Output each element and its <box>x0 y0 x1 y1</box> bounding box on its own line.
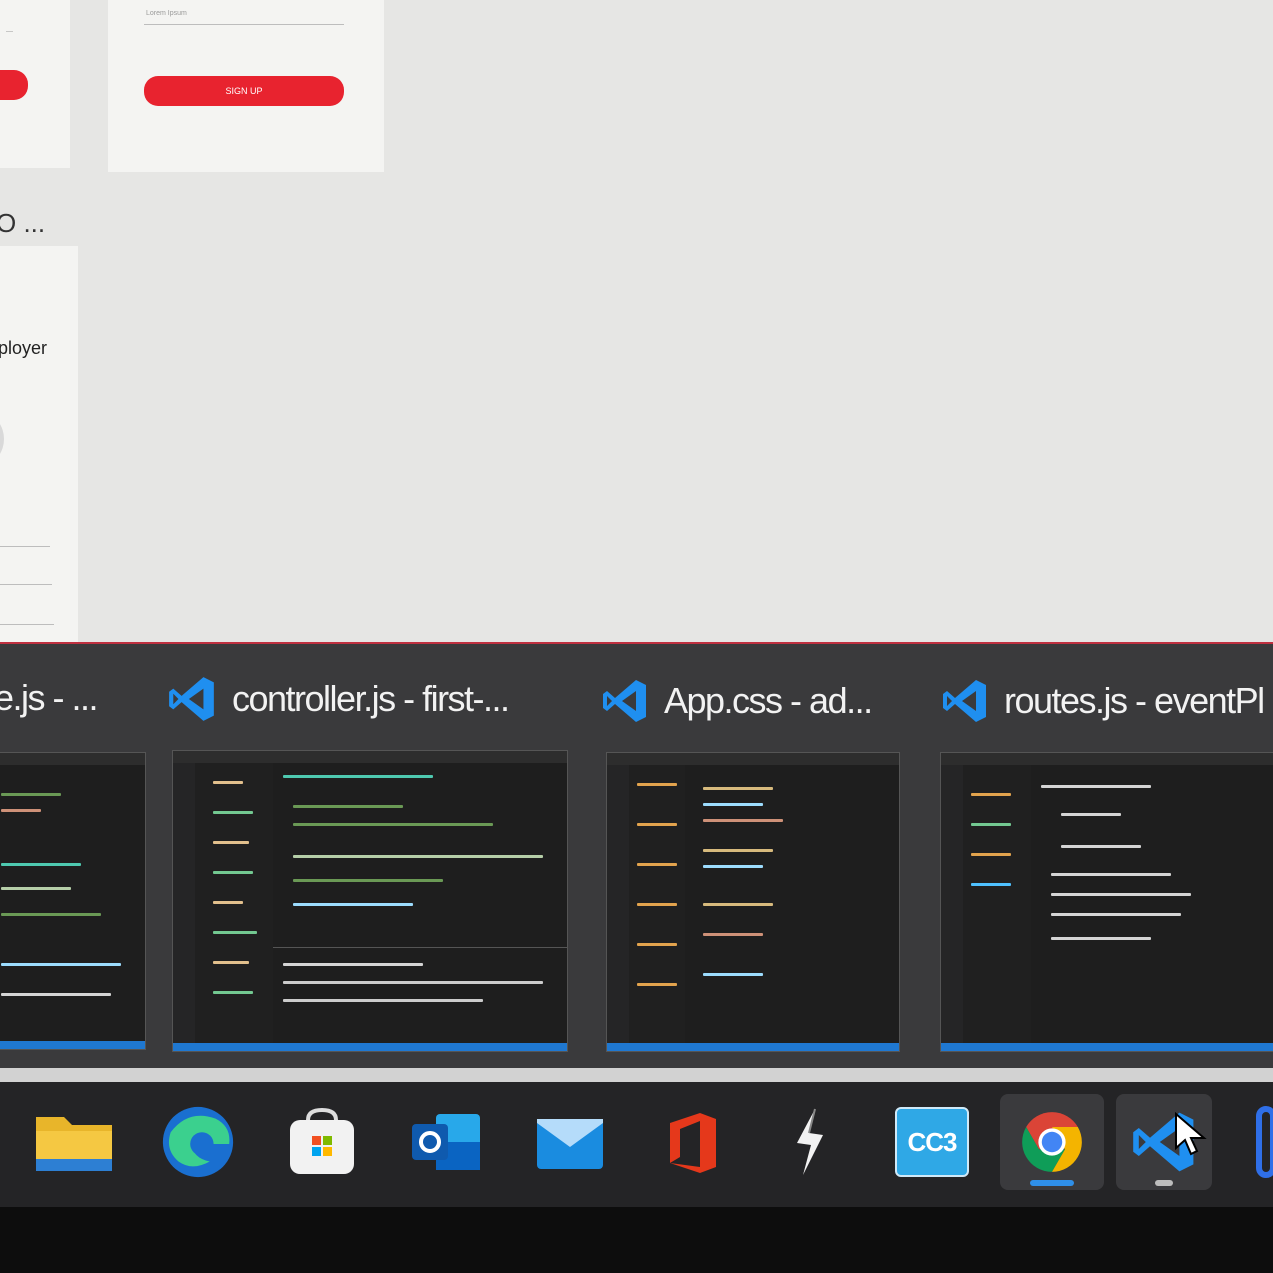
taskbar-app-chrome[interactable] <box>1000 1094 1104 1190</box>
login-card-partial: — <box>0 0 70 168</box>
cc3-icon: CC3 <box>895 1107 969 1177</box>
divider-1 <box>0 546 50 547</box>
taskbar: CC3 <box>0 1082 1273 1207</box>
screen-bezel <box>0 1207 1273 1273</box>
window-title-text: routes.js - eventPl <box>1004 680 1265 721</box>
taskbar-app-outlook[interactable] <box>400 1094 492 1190</box>
edge-icon <box>162 1106 234 1178</box>
window-title-text: App.css - ad... <box>664 680 873 721</box>
window-thumbnail[interactable] <box>606 752 900 1052</box>
window-preview-strip: e.js - ... controller.js - first-... App… <box>0 642 1273 1072</box>
preview-separator <box>0 1068 1273 1082</box>
window-preview-title[interactable]: routes.js - eventPl <box>940 674 1273 728</box>
signup-button[interactable]: SIGN UP <box>144 76 344 106</box>
running-indicator <box>1030 1180 1074 1186</box>
signup-field-placeholder: Lorem Ipsum <box>146 10 187 17</box>
window-title-text: e.js - ... <box>0 677 99 718</box>
avatar <box>0 416 4 462</box>
taskbar-app-edge[interactable] <box>152 1094 244 1190</box>
web-page-background: — Lorem Ipsum SIGN UP O ... ployer <box>0 0 1273 650</box>
running-indicator <box>1155 1180 1173 1186</box>
mail-icon <box>537 1119 603 1169</box>
signup-field-underline <box>144 24 344 25</box>
taskbar-app-mail[interactable] <box>524 1094 616 1190</box>
taskbar-app-partial[interactable] <box>1236 1094 1273 1190</box>
lightning-icon <box>797 1108 823 1175</box>
employer-card: ployer <box>0 246 78 646</box>
outlook-icon <box>412 1114 480 1170</box>
field-hint: — <box>6 28 13 35</box>
cursor-icon <box>1174 1111 1208 1161</box>
login-button-partial[interactable] <box>0 70 28 100</box>
taskbar-app-cc3[interactable]: CC3 <box>886 1094 978 1190</box>
divider-3 <box>0 624 54 625</box>
store-icon <box>290 1107 354 1174</box>
app-icon-partial <box>1256 1106 1273 1178</box>
vscode-icon <box>943 680 986 722</box>
window-thumbnail[interactable] <box>0 752 146 1050</box>
window-preview-title[interactable]: controller.js - first-... <box>166 672 556 726</box>
signup-card: Lorem Ipsum SIGN UP <box>108 0 384 172</box>
taskbar-app-file-explorer[interactable] <box>28 1094 120 1190</box>
taskbar-app-store[interactable] <box>276 1094 368 1190</box>
vscode-icon <box>169 677 214 721</box>
window-preview-title[interactable]: App.css - ad... <box>600 674 900 728</box>
divider-2 <box>0 584 52 585</box>
window-thumbnail[interactable] <box>172 750 568 1052</box>
taskbar-app-lightning[interactable] <box>764 1094 856 1190</box>
vscode-icon <box>603 680 646 722</box>
office-icon <box>670 1113 716 1173</box>
section-heading: O ... <box>0 208 46 238</box>
cc3-icon-label: CC3 <box>907 1126 957 1157</box>
employer-card-label: ployer <box>0 338 48 358</box>
window-thumbnail[interactable] <box>940 752 1273 1052</box>
taskbar-app-office[interactable] <box>646 1094 738 1190</box>
window-preview-title[interactable]: e.js - ... <box>0 674 124 722</box>
folder-icon <box>36 1117 112 1171</box>
window-title-text: controller.js - first-... <box>232 678 510 719</box>
chrome-icon <box>1022 1112 1082 1172</box>
